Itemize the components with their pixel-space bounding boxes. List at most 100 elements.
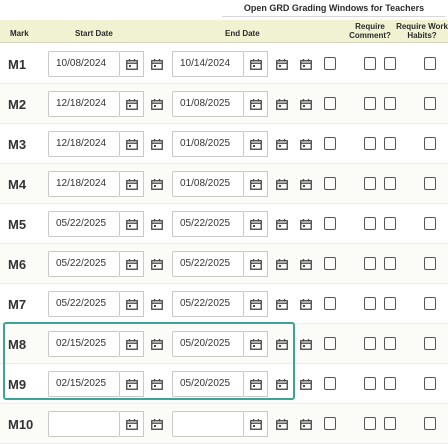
require-comment-checkbox[interactable] [364, 297, 376, 310]
checkbox[interactable] [324, 177, 336, 190]
end-date-input[interactable]: 05/22/2025 [172, 291, 244, 317]
end-date-picker-button[interactable] [244, 131, 268, 157]
start-date-input[interactable]: 02/15/2025 [48, 371, 120, 397]
require-work-habits-checkbox[interactable] [424, 217, 436, 230]
start-date-input[interactable] [48, 411, 120, 437]
start-date-picker-button[interactable] [120, 171, 144, 197]
calendar-icon[interactable] [151, 219, 163, 230]
start-date-input[interactable]: 05/22/2025 [48, 251, 120, 277]
start-date-picker-button[interactable] [120, 331, 144, 357]
checkbox[interactable] [384, 217, 396, 230]
checkbox[interactable] [384, 337, 396, 350]
calendar-icon[interactable] [300, 259, 312, 270]
start-date-picker-button[interactable] [120, 51, 144, 77]
checkbox[interactable] [384, 97, 396, 110]
end-date-input[interactable]: 05/20/2025 [172, 371, 244, 397]
require-work-habits-checkbox[interactable] [424, 297, 436, 310]
checkbox[interactable] [324, 217, 336, 230]
checkbox[interactable] [324, 417, 336, 430]
calendar-icon[interactable] [276, 99, 288, 110]
start-date-input[interactable]: 12/18/2024 [48, 171, 120, 197]
checkbox[interactable] [324, 137, 336, 150]
end-date-input[interactable] [172, 411, 244, 437]
require-comment-checkbox[interactable] [364, 337, 376, 350]
calendar-icon[interactable] [300, 299, 312, 310]
calendar-icon[interactable] [151, 259, 163, 270]
checkbox[interactable] [324, 97, 336, 110]
calendar-icon[interactable] [276, 419, 288, 430]
checkbox[interactable] [324, 297, 336, 310]
end-date-picker-button[interactable] [244, 91, 268, 117]
end-date-input[interactable]: 01/08/2025 [172, 91, 244, 117]
end-date-input[interactable]: 01/08/2025 [172, 171, 244, 197]
checkbox[interactable] [384, 57, 396, 70]
calendar-icon[interactable] [276, 219, 288, 230]
end-date-picker-button[interactable] [244, 51, 268, 77]
end-date-input[interactable]: 05/22/2025 [172, 211, 244, 237]
calendar-icon[interactable] [300, 219, 312, 230]
end-date-input[interactable]: 01/08/2025 [172, 131, 244, 157]
start-date-picker-button[interactable] [120, 291, 144, 317]
calendar-icon[interactable] [300, 339, 312, 350]
checkbox[interactable] [324, 257, 336, 270]
require-comment-checkbox[interactable] [364, 377, 376, 390]
require-work-habits-checkbox[interactable] [424, 417, 436, 430]
require-comment-checkbox[interactable] [364, 137, 376, 150]
end-date-picker-button[interactable] [244, 171, 268, 197]
require-comment-checkbox[interactable] [364, 177, 376, 190]
start-date-picker-button[interactable] [120, 251, 144, 277]
require-comment-checkbox[interactable] [364, 57, 376, 70]
calendar-icon[interactable] [151, 139, 163, 150]
start-date-input[interactable]: 05/22/2025 [48, 211, 120, 237]
require-comment-checkbox[interactable] [364, 217, 376, 230]
calendar-icon[interactable] [300, 99, 312, 110]
start-date-picker-button[interactable] [120, 411, 144, 437]
calendar-icon[interactable] [151, 339, 163, 350]
calendar-icon[interactable] [276, 59, 288, 70]
end-date-input[interactable]: 05/20/2025 [172, 331, 244, 357]
require-work-habits-checkbox[interactable] [424, 377, 436, 390]
end-date-picker-button[interactable] [244, 371, 268, 397]
calendar-icon[interactable] [276, 299, 288, 310]
calendar-icon[interactable] [300, 59, 312, 70]
calendar-icon[interactable] [276, 259, 288, 270]
end-date-picker-button[interactable] [244, 331, 268, 357]
calendar-icon[interactable] [151, 99, 163, 110]
calendar-icon[interactable] [151, 299, 163, 310]
calendar-icon[interactable] [151, 379, 163, 390]
checkbox[interactable] [324, 337, 336, 350]
start-date-picker-button[interactable] [120, 211, 144, 237]
end-date-input[interactable]: 10/14/2024 [172, 51, 244, 77]
calendar-icon[interactable] [276, 139, 288, 150]
calendar-icon[interactable] [300, 419, 312, 430]
start-date-input[interactable]: 05/22/2025 [48, 291, 120, 317]
start-date-input[interactable]: 12/18/2024 [48, 91, 120, 117]
start-date-picker-button[interactable] [120, 131, 144, 157]
checkbox[interactable] [384, 177, 396, 190]
end-date-picker-button[interactable] [244, 251, 268, 277]
end-date-picker-button[interactable] [244, 211, 268, 237]
start-date-input[interactable]: 02/15/2025 [48, 331, 120, 357]
calendar-icon[interactable] [300, 139, 312, 150]
end-date-input[interactable]: 05/22/2025 [172, 251, 244, 277]
checkbox[interactable] [324, 377, 336, 390]
calendar-icon[interactable] [276, 179, 288, 190]
require-work-habits-checkbox[interactable] [424, 137, 436, 150]
checkbox[interactable] [384, 257, 396, 270]
start-date-picker-button[interactable] [120, 91, 144, 117]
require-comment-checkbox[interactable] [364, 97, 376, 110]
require-work-habits-checkbox[interactable] [424, 177, 436, 190]
start-date-input[interactable]: 12/18/2024 [48, 131, 120, 157]
calendar-icon[interactable] [151, 59, 163, 70]
checkbox[interactable] [324, 57, 336, 70]
checkbox[interactable] [384, 297, 396, 310]
require-comment-checkbox[interactable] [364, 417, 376, 430]
calendar-icon[interactable] [151, 179, 163, 190]
checkbox[interactable] [384, 417, 396, 430]
calendar-icon[interactable] [300, 379, 312, 390]
calendar-icon[interactable] [300, 179, 312, 190]
require-work-habits-checkbox[interactable] [424, 257, 436, 270]
calendar-icon[interactable] [151, 419, 163, 430]
calendar-icon[interactable] [276, 339, 288, 350]
require-work-habits-checkbox[interactable] [424, 337, 436, 350]
